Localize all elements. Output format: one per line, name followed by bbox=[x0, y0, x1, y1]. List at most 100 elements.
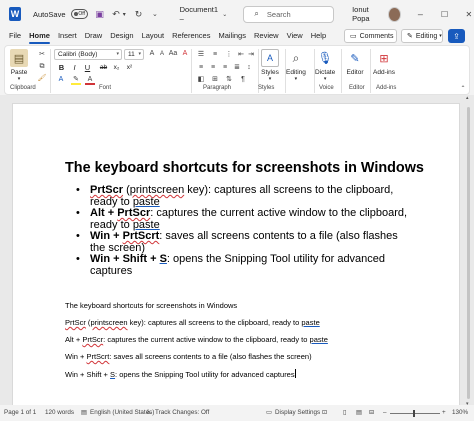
read-mode-icon[interactable]: ▯ bbox=[343, 409, 346, 416]
tab-file[interactable]: File bbox=[9, 28, 21, 45]
format-painter-icon[interactable]: 🖌 bbox=[37, 74, 47, 84]
editing-button[interactable]: ⌕ Editing ▾ bbox=[286, 49, 306, 83]
justify-icon[interactable]: ≣ bbox=[232, 63, 242, 73]
bold-button[interactable]: B bbox=[56, 62, 67, 73]
tab-mailings[interactable]: Mailings bbox=[218, 28, 246, 45]
bullets-icon[interactable]: ☰ bbox=[196, 50, 206, 60]
list-item[interactable]: Win + Shift + S: opens the Snipping Tool… bbox=[76, 253, 416, 277]
avatar[interactable] bbox=[388, 6, 402, 22]
minimize-button[interactable]: – bbox=[415, 9, 425, 19]
close-button[interactable]: ✕ bbox=[464, 10, 474, 19]
text-effects-icon[interactable]: A bbox=[56, 75, 66, 85]
tab-help[interactable]: Help bbox=[311, 28, 326, 45]
proofing-icon[interactable]: ▤ bbox=[81, 409, 87, 416]
track-changes-status[interactable]: Track Changes: Off bbox=[155, 409, 209, 416]
align-center-icon[interactable]: ≡ bbox=[208, 63, 218, 73]
save-icon[interactable]: ▣ bbox=[95, 9, 104, 20]
borders-icon[interactable]: ⊞ bbox=[210, 75, 220, 85]
undo-icon[interactable]: ↶ bbox=[111, 9, 120, 20]
web-layout-icon[interactable]: ⊟ bbox=[369, 409, 374, 416]
undo-dropdown-icon[interactable]: ▾ bbox=[122, 11, 127, 18]
list-item[interactable]: PrtScr (printscreen key): captures all s… bbox=[76, 184, 416, 208]
multilevel-list-icon[interactable]: ⋮ bbox=[224, 50, 234, 60]
print-layout-icon[interactable]: ▤ bbox=[356, 409, 362, 416]
zoom-slider[interactable] bbox=[390, 413, 440, 414]
share-button[interactable]: ⇪ bbox=[448, 29, 465, 43]
list-item[interactable]: Alt + PrtScr: captures the current activ… bbox=[76, 207, 416, 231]
focus-icon[interactable]: ⊡ bbox=[322, 409, 327, 416]
search-input[interactable]: ⌕ Search bbox=[243, 5, 335, 23]
plain-paragraph[interactable]: Win + Shift + S: opens the Snipping Tool… bbox=[65, 369, 296, 379]
collapse-ribbon-icon[interactable]: ⌃ bbox=[458, 84, 468, 94]
shrink-font-icon[interactable]: A bbox=[157, 49, 167, 59]
copy-icon[interactable]: ⧉ bbox=[37, 62, 47, 72]
language[interactable]: English (United States) bbox=[90, 409, 154, 416]
scroll-up-icon[interactable]: ▴ bbox=[466, 95, 469, 101]
align-right-icon[interactable]: ≡ bbox=[220, 63, 230, 73]
list-item[interactable]: Win + PrtScrt: saves all screens content… bbox=[76, 230, 416, 254]
increase-indent-icon[interactable]: ⇥ bbox=[246, 50, 256, 60]
numbering-icon[interactable]: ≡ bbox=[210, 50, 220, 60]
page-count[interactable]: Page 1 of 1 bbox=[4, 409, 36, 416]
editing-mode-button[interactable]: ✎ Editing ▾ bbox=[401, 29, 443, 43]
italic-button[interactable]: I bbox=[69, 62, 80, 73]
tab-layout[interactable]: Layout bbox=[142, 28, 165, 45]
autosave-toggle[interactable]: Off bbox=[70, 9, 88, 19]
plain-paragraph[interactable]: Alt + PrtScr: captures the current activ… bbox=[65, 335, 328, 344]
tab-references[interactable]: References bbox=[172, 28, 210, 45]
document-heading[interactable]: The keyboard shortcuts for screenshots i… bbox=[65, 160, 424, 176]
line-spacing-icon[interactable]: ↕ bbox=[244, 63, 254, 73]
accessibility-icon[interactable]: ♿ bbox=[146, 409, 152, 416]
change-case-icon[interactable]: Aa bbox=[168, 49, 178, 59]
dictate-button[interactable]: 🎙 Dictate ▾ bbox=[315, 49, 335, 82]
editor-button[interactable]: ✎ Editor bbox=[346, 49, 364, 77]
group-label-clipboard: Clipboard bbox=[10, 85, 36, 91]
grow-font-icon[interactable]: A bbox=[147, 49, 157, 59]
display-settings-icon[interactable]: ▭ bbox=[266, 409, 272, 416]
document-page[interactable]: The keyboard shortcuts for screenshots i… bbox=[12, 103, 460, 405]
cut-icon[interactable]: ✂ bbox=[37, 50, 47, 60]
shading-icon[interactable]: ◧ bbox=[196, 75, 206, 85]
plain-paragraph[interactable]: The keyboard shortcuts for screenshots i… bbox=[65, 301, 237, 310]
clear-formatting-icon[interactable]: A bbox=[180, 49, 190, 59]
font-name-select[interactable]: Calibri (Body) ▾ bbox=[54, 49, 122, 60]
tab-design[interactable]: Design bbox=[110, 28, 133, 45]
display-settings[interactable]: Display Settings bbox=[275, 409, 320, 416]
tab-view[interactable]: View bbox=[287, 28, 303, 45]
user-name[interactable]: Ionut Popa bbox=[352, 5, 383, 23]
tab-review[interactable]: Review bbox=[254, 28, 279, 45]
tab-insert[interactable]: Insert bbox=[58, 28, 77, 45]
word-count[interactable]: 120 words bbox=[45, 409, 74, 416]
scrollbar-thumb[interactable] bbox=[467, 107, 470, 399]
styles-button[interactable]: A Styles ▾ bbox=[261, 49, 279, 82]
comments-button[interactable]: ▭ Comments bbox=[344, 29, 397, 43]
zoom-out-button[interactable]: – bbox=[383, 409, 387, 416]
underline-button[interactable]: U bbox=[82, 62, 93, 73]
show-marks-icon[interactable]: ¶ bbox=[238, 75, 248, 85]
plain-paragraph[interactable]: PrtScr (printscreen key): captures all s… bbox=[65, 318, 320, 327]
zoom-slider-handle[interactable] bbox=[413, 410, 415, 417]
zoom-in-button[interactable]: + bbox=[442, 409, 446, 416]
font-color-icon[interactable]: A bbox=[85, 75, 95, 85]
superscript-button[interactable]: x² bbox=[124, 62, 135, 73]
customize-toolbar-icon[interactable]: ⌄ bbox=[150, 10, 159, 18]
document-title: Document1 – bbox=[179, 5, 218, 23]
highlight-icon[interactable]: ✎ bbox=[71, 75, 81, 85]
maximize-button[interactable]: ☐ bbox=[439, 10, 449, 19]
zoom-level[interactable]: 130% bbox=[452, 409, 468, 416]
align-left-icon[interactable]: ≡ bbox=[196, 63, 206, 73]
redo-icon[interactable]: ↻ bbox=[134, 9, 143, 20]
addins-button[interactable]: ⊞ Add-ins bbox=[373, 49, 395, 77]
subscript-button[interactable]: x₂ bbox=[111, 62, 122, 73]
tab-draw[interactable]: Draw bbox=[85, 28, 103, 45]
font-size-select[interactable]: 11 ▾ bbox=[124, 49, 144, 60]
strikethrough-button[interactable]: ab bbox=[98, 62, 109, 73]
title-dropdown-icon[interactable]: ⌄ bbox=[220, 11, 229, 18]
sort-icon[interactable]: ⇅ bbox=[224, 75, 234, 85]
decrease-indent-icon[interactable]: ⇤ bbox=[236, 50, 246, 60]
tab-home[interactable]: Home bbox=[29, 28, 50, 45]
plain-paragraph[interactable]: Win + PrtScrt: saves all screens content… bbox=[65, 352, 312, 361]
paste-button[interactable]: ▤ Paste ▾ bbox=[10, 49, 28, 82]
vertical-scrollbar[interactable]: ▴ ▾ bbox=[466, 95, 471, 405]
ribbon-tabs: File Home Insert Draw Design Layout Refe… bbox=[0, 28, 474, 45]
